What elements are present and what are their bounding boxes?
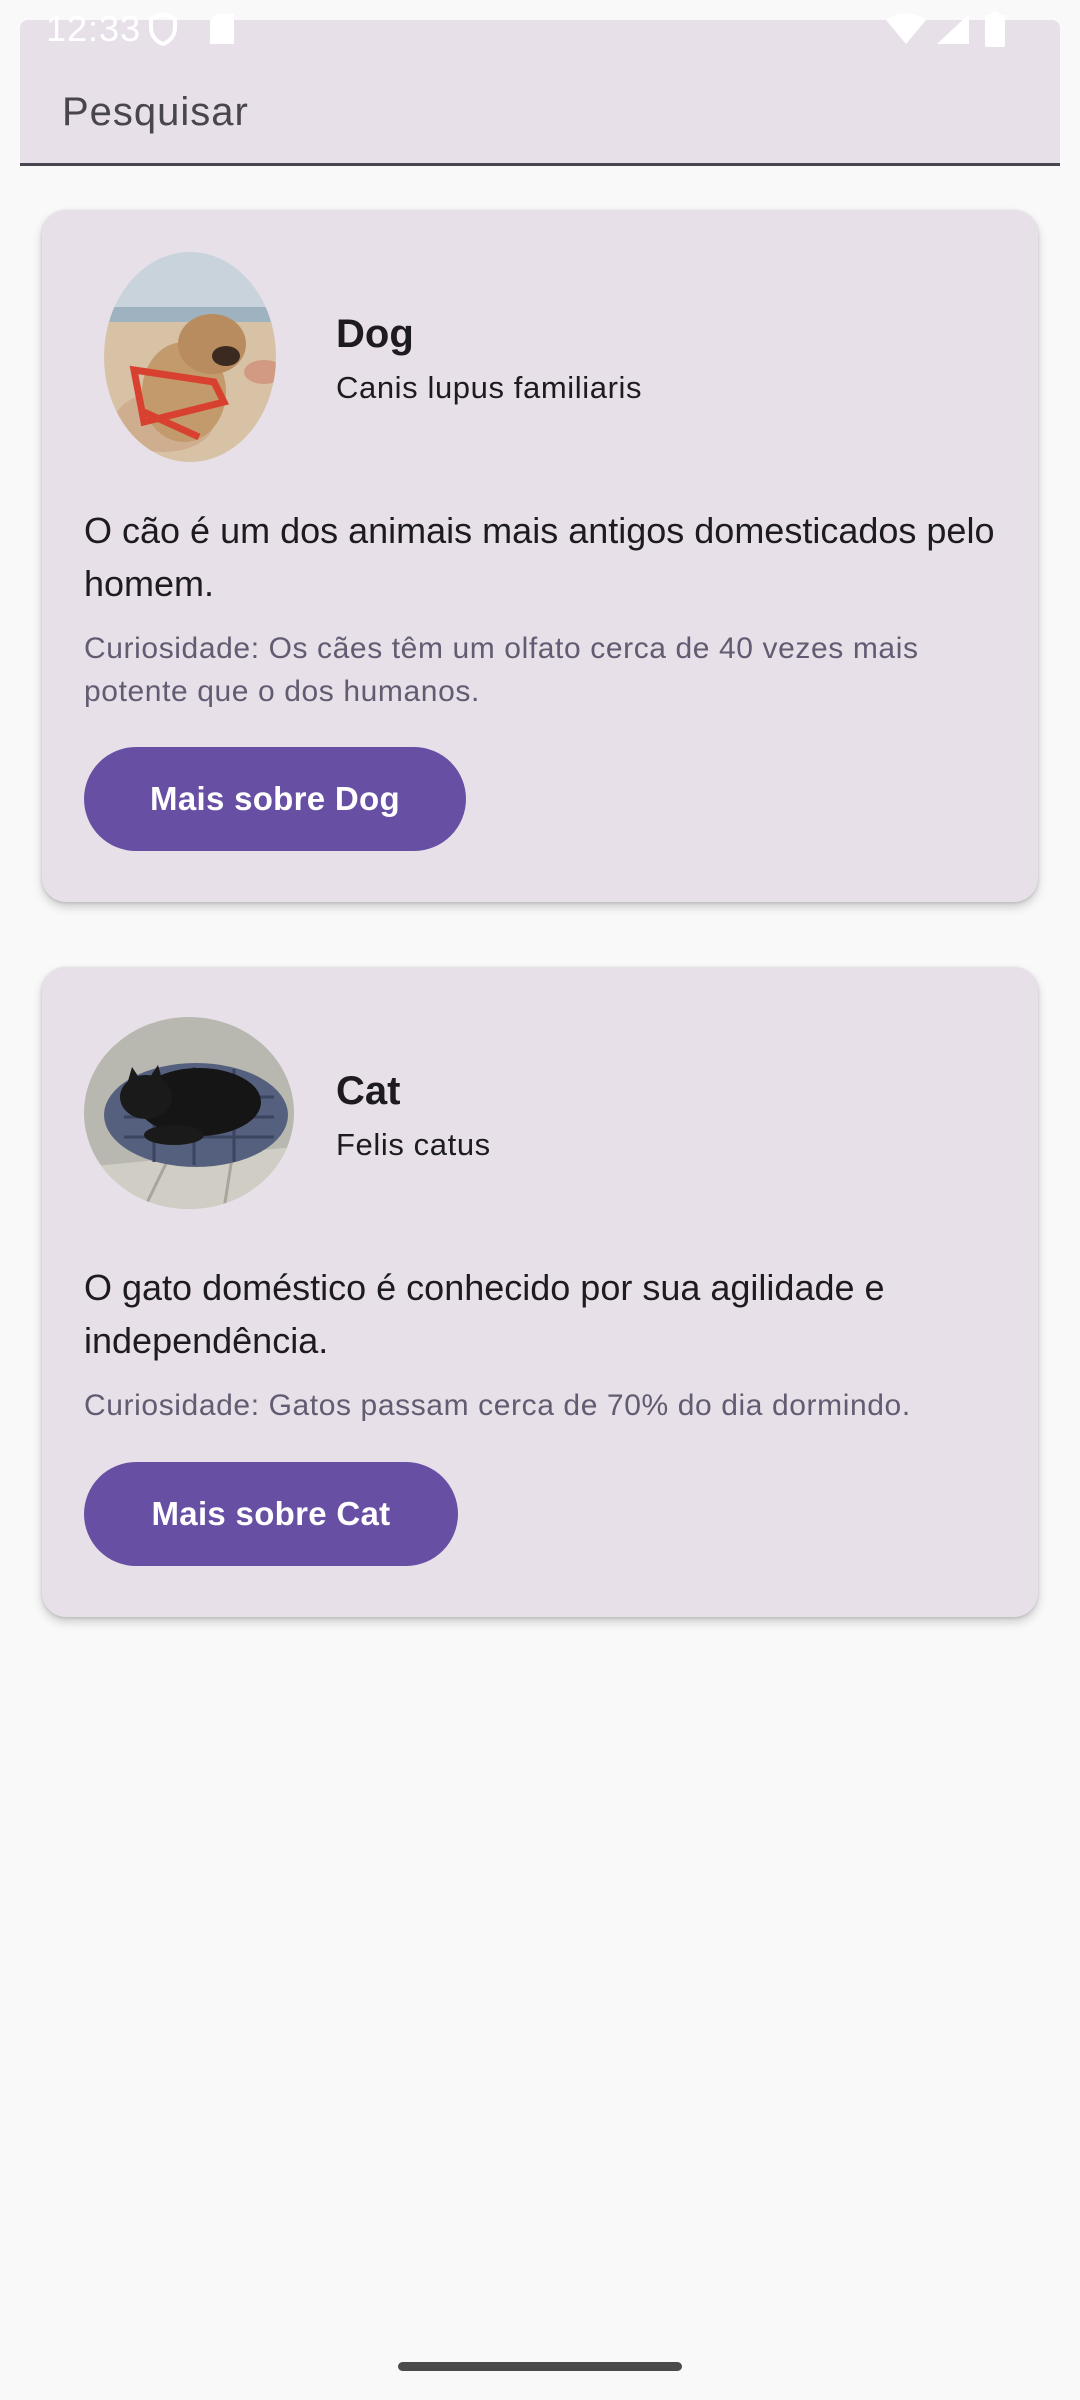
search-input[interactable]: Pesquisar <box>62 90 249 135</box>
animal-curiosity: Curiosidade: Os cães têm um olfato cerca… <box>84 632 919 708</box>
animal-description: O cão é um dos animais mais antigos dome… <box>84 510 995 604</box>
status-time: 12:33 <box>46 8 142 49</box>
wifi-icon <box>886 13 926 44</box>
animal-card-dog: Dog Canis lupus familiaris O cão é um do… <box>42 210 1038 902</box>
cat-photo <box>84 1017 294 1209</box>
more-about-dog-button[interactable]: Mais sobre Dog <box>84 747 466 851</box>
animal-scientific-name: Canis lupus familiaris <box>336 370 643 405</box>
dog-photo <box>104 252 276 462</box>
animal-name: Cat <box>336 1069 401 1113</box>
signal-icon <box>937 14 969 44</box>
sd-card-icon <box>210 14 234 44</box>
battery-icon <box>985 12 1005 47</box>
more-about-cat-button[interactable]: Mais sobre Cat <box>84 1462 458 1566</box>
status-bar: 12:33 <box>0 0 1080 60</box>
animal-card-cat: Cat Felis catus O gato doméstico é conhe… <box>42 967 1038 1617</box>
animal-description: O gato doméstico é conhecido por sua agi… <box>84 1267 885 1361</box>
animal-name: Dog <box>336 312 414 356</box>
animal-curiosity: Curiosidade: Gatos passam cerca de 70% d… <box>84 1389 911 1422</box>
shield-icon <box>149 12 177 46</box>
animal-scientific-name: Felis catus <box>336 1127 491 1162</box>
home-indicator[interactable] <box>398 2362 682 2371</box>
